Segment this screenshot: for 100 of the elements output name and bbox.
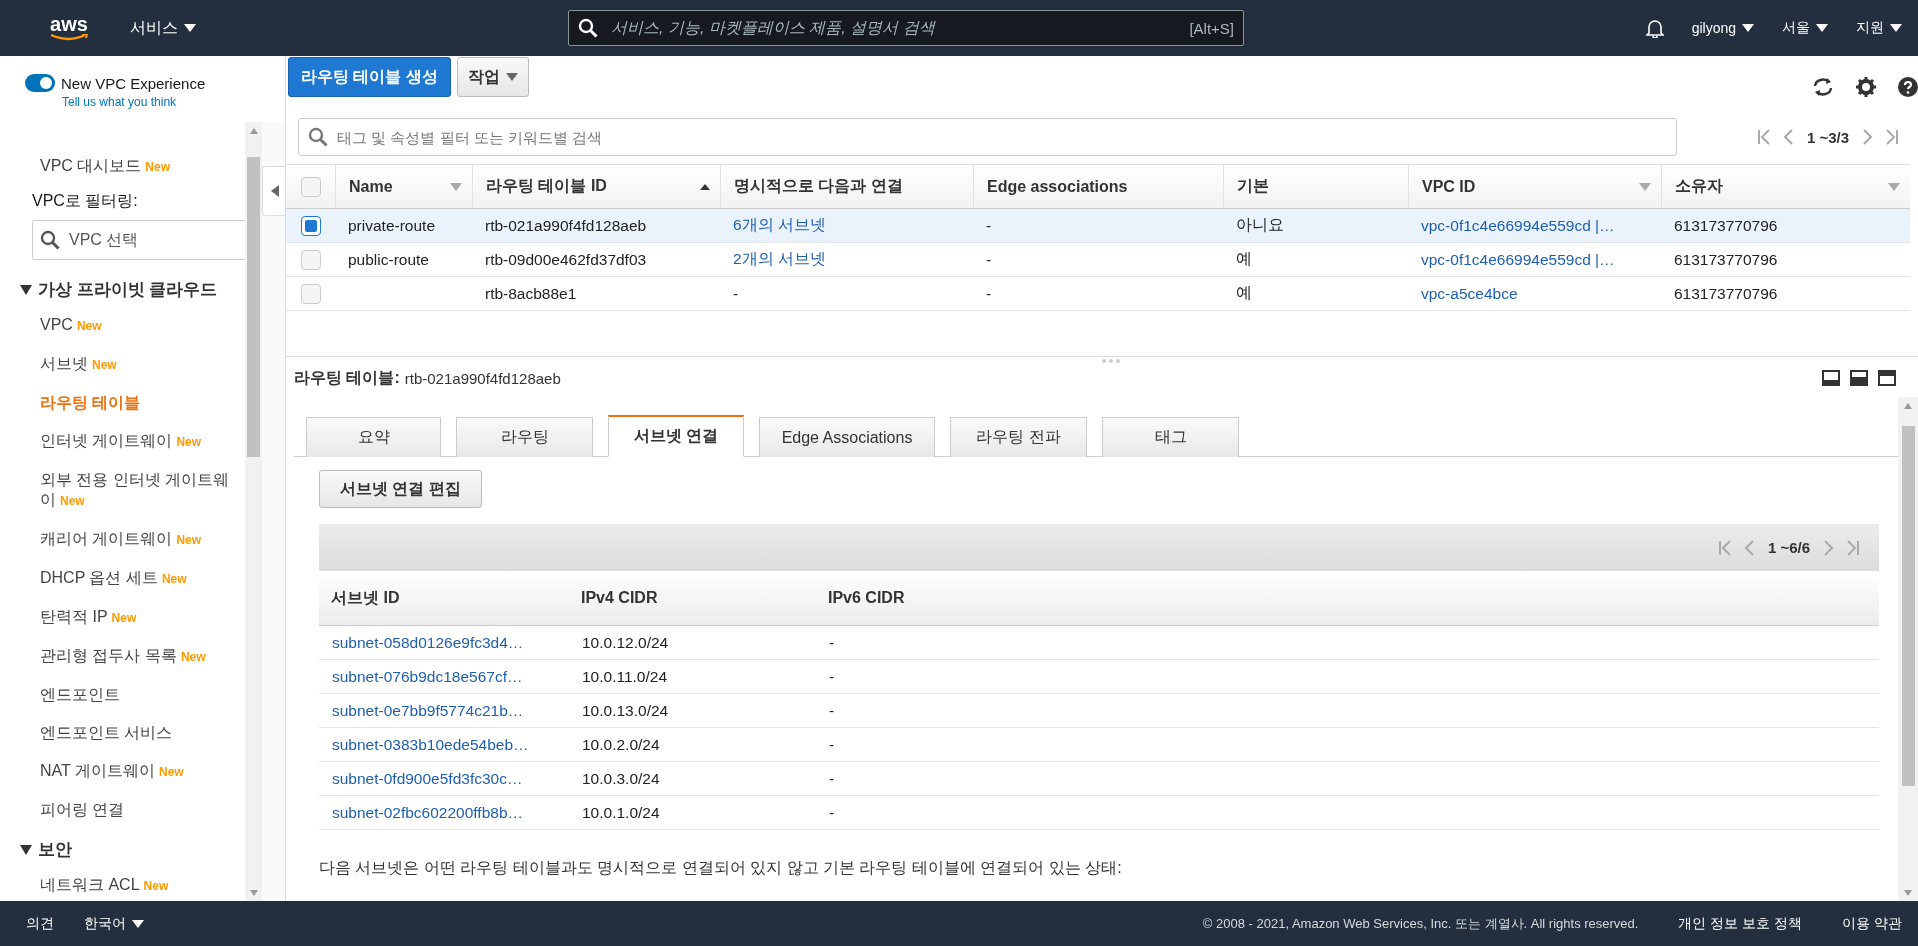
- column-header[interactable]: 명시적으로 다음과 연결: [734, 176, 903, 197]
- table-cell-text: 613173770796: [1673, 215, 1779, 236]
- tab[interactable]: Edge Associations: [759, 417, 935, 457]
- aws-logo[interactable]: aws: [46, 14, 92, 42]
- table-cell-text: 예: [1235, 249, 1253, 269]
- nav-item[interactable]: 네트워크 ACL New: [0, 875, 245, 896]
- column-header[interactable]: 소유자: [1675, 176, 1723, 197]
- footer-link[interactable]: 개인 정보 보호 정책: [1678, 914, 1803, 933]
- nav-item[interactable]: 캐리어 게이트웨이 New: [0, 529, 245, 550]
- last-page-icon[interactable]: [1886, 129, 1898, 145]
- last-page-icon[interactable]: [1847, 539, 1859, 556]
- row-checkbox[interactable]: [300, 215, 321, 236]
- vpc-select[interactable]: VPC 선택: [32, 220, 245, 260]
- filter-field[interactable]: 태그 및 속성별 필터 또는 키워드별 검색: [298, 118, 1677, 156]
- nav-item[interactable]: 서브넷 New: [0, 354, 245, 375]
- scrollbar-thumb[interactable]: [1901, 426, 1915, 786]
- actions-button[interactable]: 작업: [456, 57, 529, 97]
- table-cell-text: -: [732, 283, 740, 304]
- toggle-switch[interactable]: [25, 74, 55, 92]
- nav-item[interactable]: 엔드포인트 서비스: [0, 723, 245, 743]
- nav-item[interactable]: 외부 전용 인터넷 게이트웨이 New: [0, 470, 245, 511]
- tab[interactable]: 요약: [306, 417, 441, 457]
- vpc-link[interactable]: vpc-a5ce4bce: [1408, 277, 1661, 310]
- row-checkbox[interactable]: [300, 283, 321, 304]
- details-label: 라우팅 테이블:: [294, 367, 400, 388]
- nav-item[interactable]: DHCP 옵션 세트 New: [0, 568, 245, 589]
- refresh-icon[interactable]: [1812, 77, 1834, 97]
- column-header[interactable]: 라우팅 테이블 ID: [486, 176, 607, 197]
- layout-icon[interactable]: [1850, 370, 1868, 386]
- previous-page-icon[interactable]: [1783, 129, 1793, 145]
- shortcut-hint: [Alt+S]: [1189, 19, 1234, 37]
- scroll-up-icon[interactable]: [1904, 402, 1912, 409]
- expanded-icon[interactable]: [20, 284, 32, 295]
- caret-icon: [1816, 24, 1828, 32]
- help-icon[interactable]: [1898, 77, 1918, 97]
- vpc-link[interactable]: vpc-0f1c4e66994e559cd |…: [1408, 243, 1661, 276]
- nav-item[interactable]: 관리형 접두사 목록 New: [0, 646, 245, 667]
- scroll-down-icon[interactable]: [249, 889, 258, 896]
- nav-item[interactable]: 엔드포인트: [0, 685, 245, 705]
- services-menu[interactable]: 서비스: [130, 17, 196, 39]
- tab[interactable]: 태그: [1102, 417, 1239, 457]
- subnet-link[interactable]: subnet-0383b10ede54beb…: [319, 728, 569, 761]
- column-header[interactable]: 기본: [1237, 176, 1269, 197]
- caret-icon: [184, 24, 196, 32]
- collapse-button[interactable]: [262, 166, 286, 216]
- select-all-checkbox[interactable]: [300, 176, 321, 197]
- subnets-link[interactable]: 2개의 서브넷: [720, 243, 973, 276]
- next-page-icon[interactable]: [1863, 129, 1872, 145]
- feedback-link[interactable]: Tell us what you think: [62, 95, 285, 109]
- bell-icon[interactable]: [1645, 18, 1664, 38]
- column-header[interactable]: VPC ID: [1422, 177, 1476, 196]
- user-menu[interactable]: gilyong: [1691, 20, 1754, 36]
- first-page-icon[interactable]: [1757, 129, 1770, 145]
- region-menu[interactable]: 서울: [1782, 19, 1828, 37]
- column-header[interactable]: Name: [349, 177, 393, 196]
- support-menu[interactable]: 지원: [1856, 19, 1902, 37]
- vpc-link[interactable]: vpc-0f1c4e66994e559cd |…: [1408, 209, 1661, 242]
- next-page-icon[interactable]: [1824, 539, 1833, 556]
- layout-icon[interactable]: [1878, 370, 1896, 386]
- nav-item[interactable]: 인터넷 게이트웨이 New: [0, 431, 245, 452]
- create-route-table-button[interactable]: 라우팅 테이블 생성: [288, 57, 451, 97]
- feedback-link[interactable]: 의견: [26, 914, 54, 933]
- subnet-link[interactable]: subnet-076b9dc18e567cf…: [319, 660, 569, 693]
- subnet-link[interactable]: subnet-058d0126e9fc3d4…: [319, 626, 569, 659]
- copyright-text: © 2008 - 2021, Amazon Web Services, Inc. 또는 계열사. All rights reserved.: [1202, 914, 1639, 933]
- first-page-icon[interactable]: [1718, 539, 1731, 556]
- settings-icon[interactable]: [1856, 77, 1876, 97]
- layout-icon[interactable]: [1822, 370, 1840, 386]
- nav-item[interactable]: NAT 게이트웨이 New: [0, 761, 245, 782]
- language-menu[interactable]: 한국어: [84, 914, 144, 933]
- subnet-link[interactable]: subnet-0fd900e5fd3fc30c…: [319, 762, 569, 795]
- sort-ascending-icon[interactable]: [700, 183, 710, 190]
- table-cell-text: 613173770796: [1673, 249, 1779, 270]
- toggle-label: New VPC Experience: [61, 74, 206, 92]
- table-cell-text: rtb-09d00e462fd37df03: [484, 249, 648, 270]
- row-checkbox[interactable]: [300, 249, 321, 270]
- search-icon: [308, 127, 328, 147]
- section-title[interactable]: 보안: [38, 838, 72, 861]
- tab[interactable]: 서브넷 연결: [608, 415, 744, 457]
- column-header[interactable]: Edge associations: [987, 177, 1128, 196]
- nav-item[interactable]: VPC New: [0, 315, 245, 336]
- table-cell-text: -: [985, 249, 993, 270]
- tab[interactable]: 라우팅 전파: [950, 417, 1087, 457]
- scroll-down-icon[interactable]: [1904, 889, 1912, 896]
- edit-subnet-associations-button[interactable]: 서브넷 연결 편집: [319, 470, 482, 508]
- subnet-link[interactable]: subnet-0e7bb9f5774c21b…: [319, 694, 569, 727]
- tab[interactable]: 라우팅: [456, 417, 593, 457]
- subnet-link[interactable]: subnet-02fbc602200ffb8b…: [319, 796, 569, 829]
- nav-item[interactable]: 피어링 연결: [0, 800, 245, 820]
- expanded-icon[interactable]: [20, 844, 32, 855]
- nav-item[interactable]: VPC 대시보드 New: [0, 156, 245, 177]
- scrollbar-thumb[interactable]: [247, 157, 260, 457]
- resize-handle[interactable]: [1102, 359, 1120, 363]
- footer-link[interactable]: 이용 약관: [1842, 914, 1902, 933]
- scroll-up-icon[interactable]: [249, 127, 258, 134]
- previous-page-icon[interactable]: [1744, 539, 1754, 556]
- table-cell-text: -: [828, 632, 836, 653]
- subnets-link[interactable]: 6개의 서브넷: [720, 209, 973, 242]
- nav-item[interactable]: 탄력적 IP New: [0, 607, 245, 628]
- section-title[interactable]: 가상 프라이빗 클라우드: [38, 278, 218, 301]
